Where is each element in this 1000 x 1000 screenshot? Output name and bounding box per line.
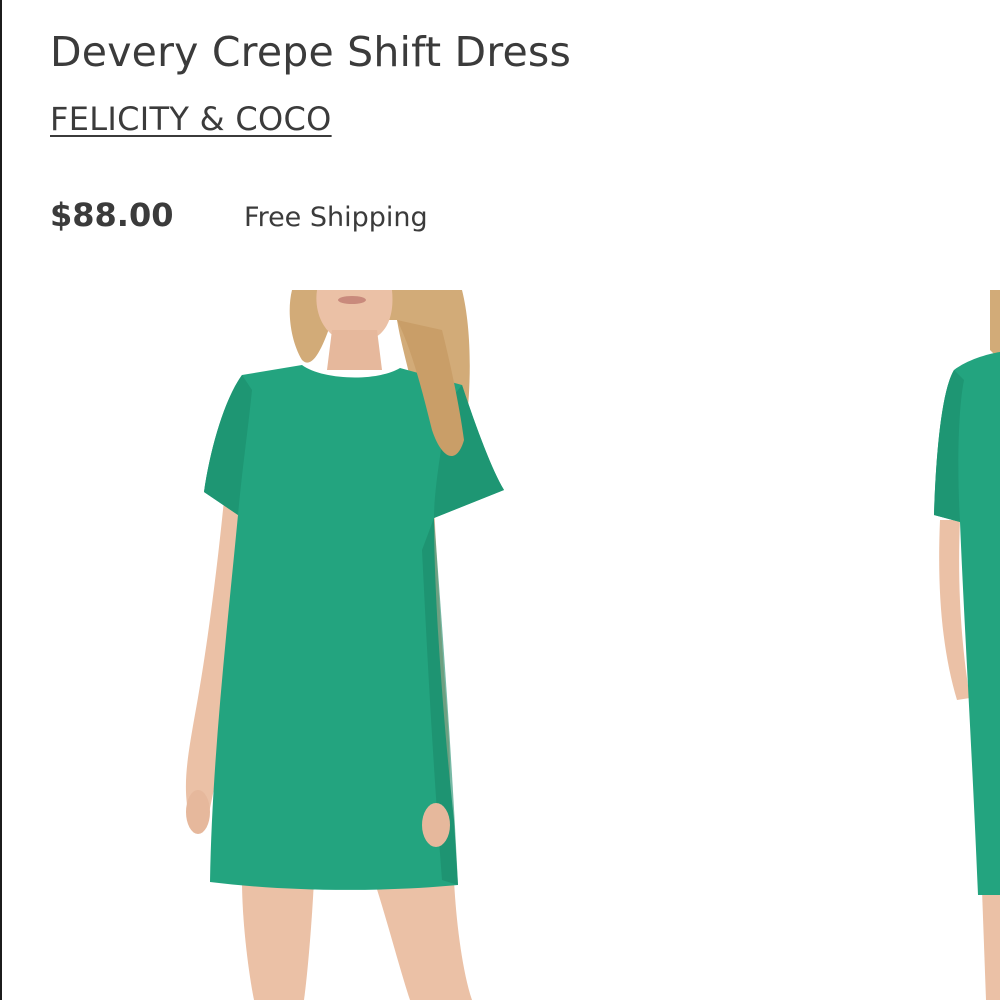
product-image-gallery[interactable] bbox=[2, 290, 1000, 1000]
shipping-info: Free Shipping bbox=[244, 202, 428, 233]
model-left-leg bbox=[242, 880, 314, 1000]
product-image-side[interactable] bbox=[934, 290, 1000, 1000]
model-lips bbox=[338, 296, 366, 304]
product-image-front[interactable] bbox=[185, 290, 504, 1000]
model-neck bbox=[327, 330, 382, 370]
model-left-hand bbox=[186, 790, 210, 834]
side-model-hair bbox=[990, 290, 1000, 360]
gallery-svg bbox=[185, 290, 1000, 1000]
model-right-leg bbox=[374, 880, 472, 1000]
brand-link[interactable]: FELICITY & COCO bbox=[50, 100, 332, 138]
side-model-leg bbox=[982, 890, 1000, 1000]
product-price: $88.00 bbox=[50, 196, 174, 234]
model-right-hand bbox=[422, 803, 450, 847]
product-title: Devery Crepe Shift Dress bbox=[50, 28, 572, 76]
